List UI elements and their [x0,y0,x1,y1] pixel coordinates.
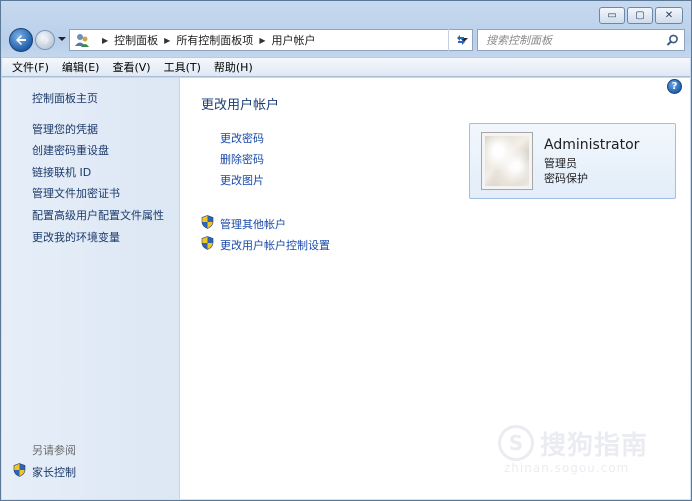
maximize-icon: ▢ [635,9,645,21]
sidebar: 控制面板主页 管理您的凭据 创建密码重设盘 链接联机 ID 管理文件加密证书 配… [2,78,180,499]
uac-shield-icon [201,215,214,229]
close-icon: ✕ [664,9,674,21]
see-also-heading: 另请参阅 [32,444,76,457]
sidebar-item-parental-controls[interactable]: 家长控制 [32,464,76,480]
refresh-icon [456,35,465,45]
menu-edit[interactable]: 编辑(E) [62,59,100,75]
menu-file[interactable]: 文件(F) [12,59,49,75]
forward-button[interactable] [35,30,55,50]
uac-shield-icon [13,463,26,477]
minimize-icon: ▭ [607,9,617,21]
change-password-link[interactable]: 更改密码 [220,130,264,146]
back-button[interactable] [9,28,33,52]
avatar-picture [485,136,529,186]
sidebar-item-online-id[interactable]: 链接联机 ID [32,164,91,180]
watermark-logo: S [498,425,534,461]
navigation-bar: ▶ 控制面板 ▶ 所有控制面板项 ▶ 用户帐户 [7,27,685,53]
search-box[interactable] [477,29,685,51]
menu-help[interactable]: 帮助(H) [214,59,253,75]
search-input[interactable] [486,33,664,47]
close-button[interactable]: ✕ [655,7,683,24]
uac-shield-icon [201,236,214,250]
sidebar-item-env-variables[interactable]: 更改我的环境变量 [32,229,120,245]
account-role: 管理员 [544,157,577,170]
page-title: 更改用户帐户 [201,98,280,113]
address-bar[interactable]: ▶ 控制面板 ▶ 所有控制面板项 ▶ 用户帐户 [69,29,473,51]
manage-other-accounts-link[interactable]: 管理其他帐户 [220,216,286,232]
help-icon[interactable]: ? [667,79,682,94]
change-picture-link[interactable]: 更改图片 [220,172,264,188]
content-area: 控制面板主页 管理您的凭据 创建密码重设盘 链接联机 ID 管理文件加密证书 配… [2,78,690,499]
breadcrumb-separator-icon: ▶ [259,35,266,45]
remove-password-link[interactable]: 删除密码 [220,151,264,167]
breadcrumb-user-accounts[interactable]: 用户帐户 [271,32,315,48]
menu-view[interactable]: 查看(V) [112,59,150,75]
breadcrumb-separator-icon: ▶ [102,35,109,45]
breadcrumb-separator-icon: ▶ [164,35,171,45]
back-arrow-icon [16,35,26,45]
menu-bar: 文件(F) 编辑(E) 查看(V) 工具(T) 帮助(H) [2,57,690,77]
window-controls: ▭ ▢ ✕ [599,7,683,24]
recent-pages-dropdown-icon[interactable] [58,35,66,43]
account-name: Administrator [544,137,640,153]
account-status: 密码保护 [544,172,588,185]
users-icon [75,34,89,47]
breadcrumb-all-items[interactable]: 所有控制面板项 [176,32,253,48]
sidebar-item-home[interactable]: 控制面板主页 [32,90,98,106]
sidebar-item-encryption-certs[interactable]: 管理文件加密证书 [32,185,120,201]
sidebar-item-profile-properties[interactable]: 配置高级用户配置文件属性 [32,207,164,223]
watermark: S 搜狗指南 zhinan.sogou.com [498,417,668,477]
account-card: Administrator 管理员 密码保护 [469,123,676,199]
breadcrumb-control-panel[interactable]: 控制面板 [114,32,158,48]
uac-settings-link[interactable]: 更改用户帐户控制设置 [220,237,330,253]
avatar [481,132,533,190]
menu-tools[interactable]: 工具(T) [164,59,201,75]
watermark-text: 搜狗指南 [540,431,649,461]
search-icon[interactable] [666,34,679,47]
refresh-button[interactable] [448,29,472,51]
watermark-url: zhinan.sogou.com [504,461,630,475]
control-panel-window: ▭ ▢ ✕ ▶ 控制面板 ▶ 所有控制面板项 ▶ 用户帐户 搜索控制面板 文件(… [0,0,692,501]
sidebar-item-credentials[interactable]: 管理您的凭据 [32,121,98,137]
minimize-button[interactable]: ▭ [599,7,625,24]
forward-arrow-icon [40,35,50,45]
maximize-button[interactable]: ▢ [627,7,653,24]
sidebar-item-reset-disk[interactable]: 创建密码重设盘 [32,142,109,158]
